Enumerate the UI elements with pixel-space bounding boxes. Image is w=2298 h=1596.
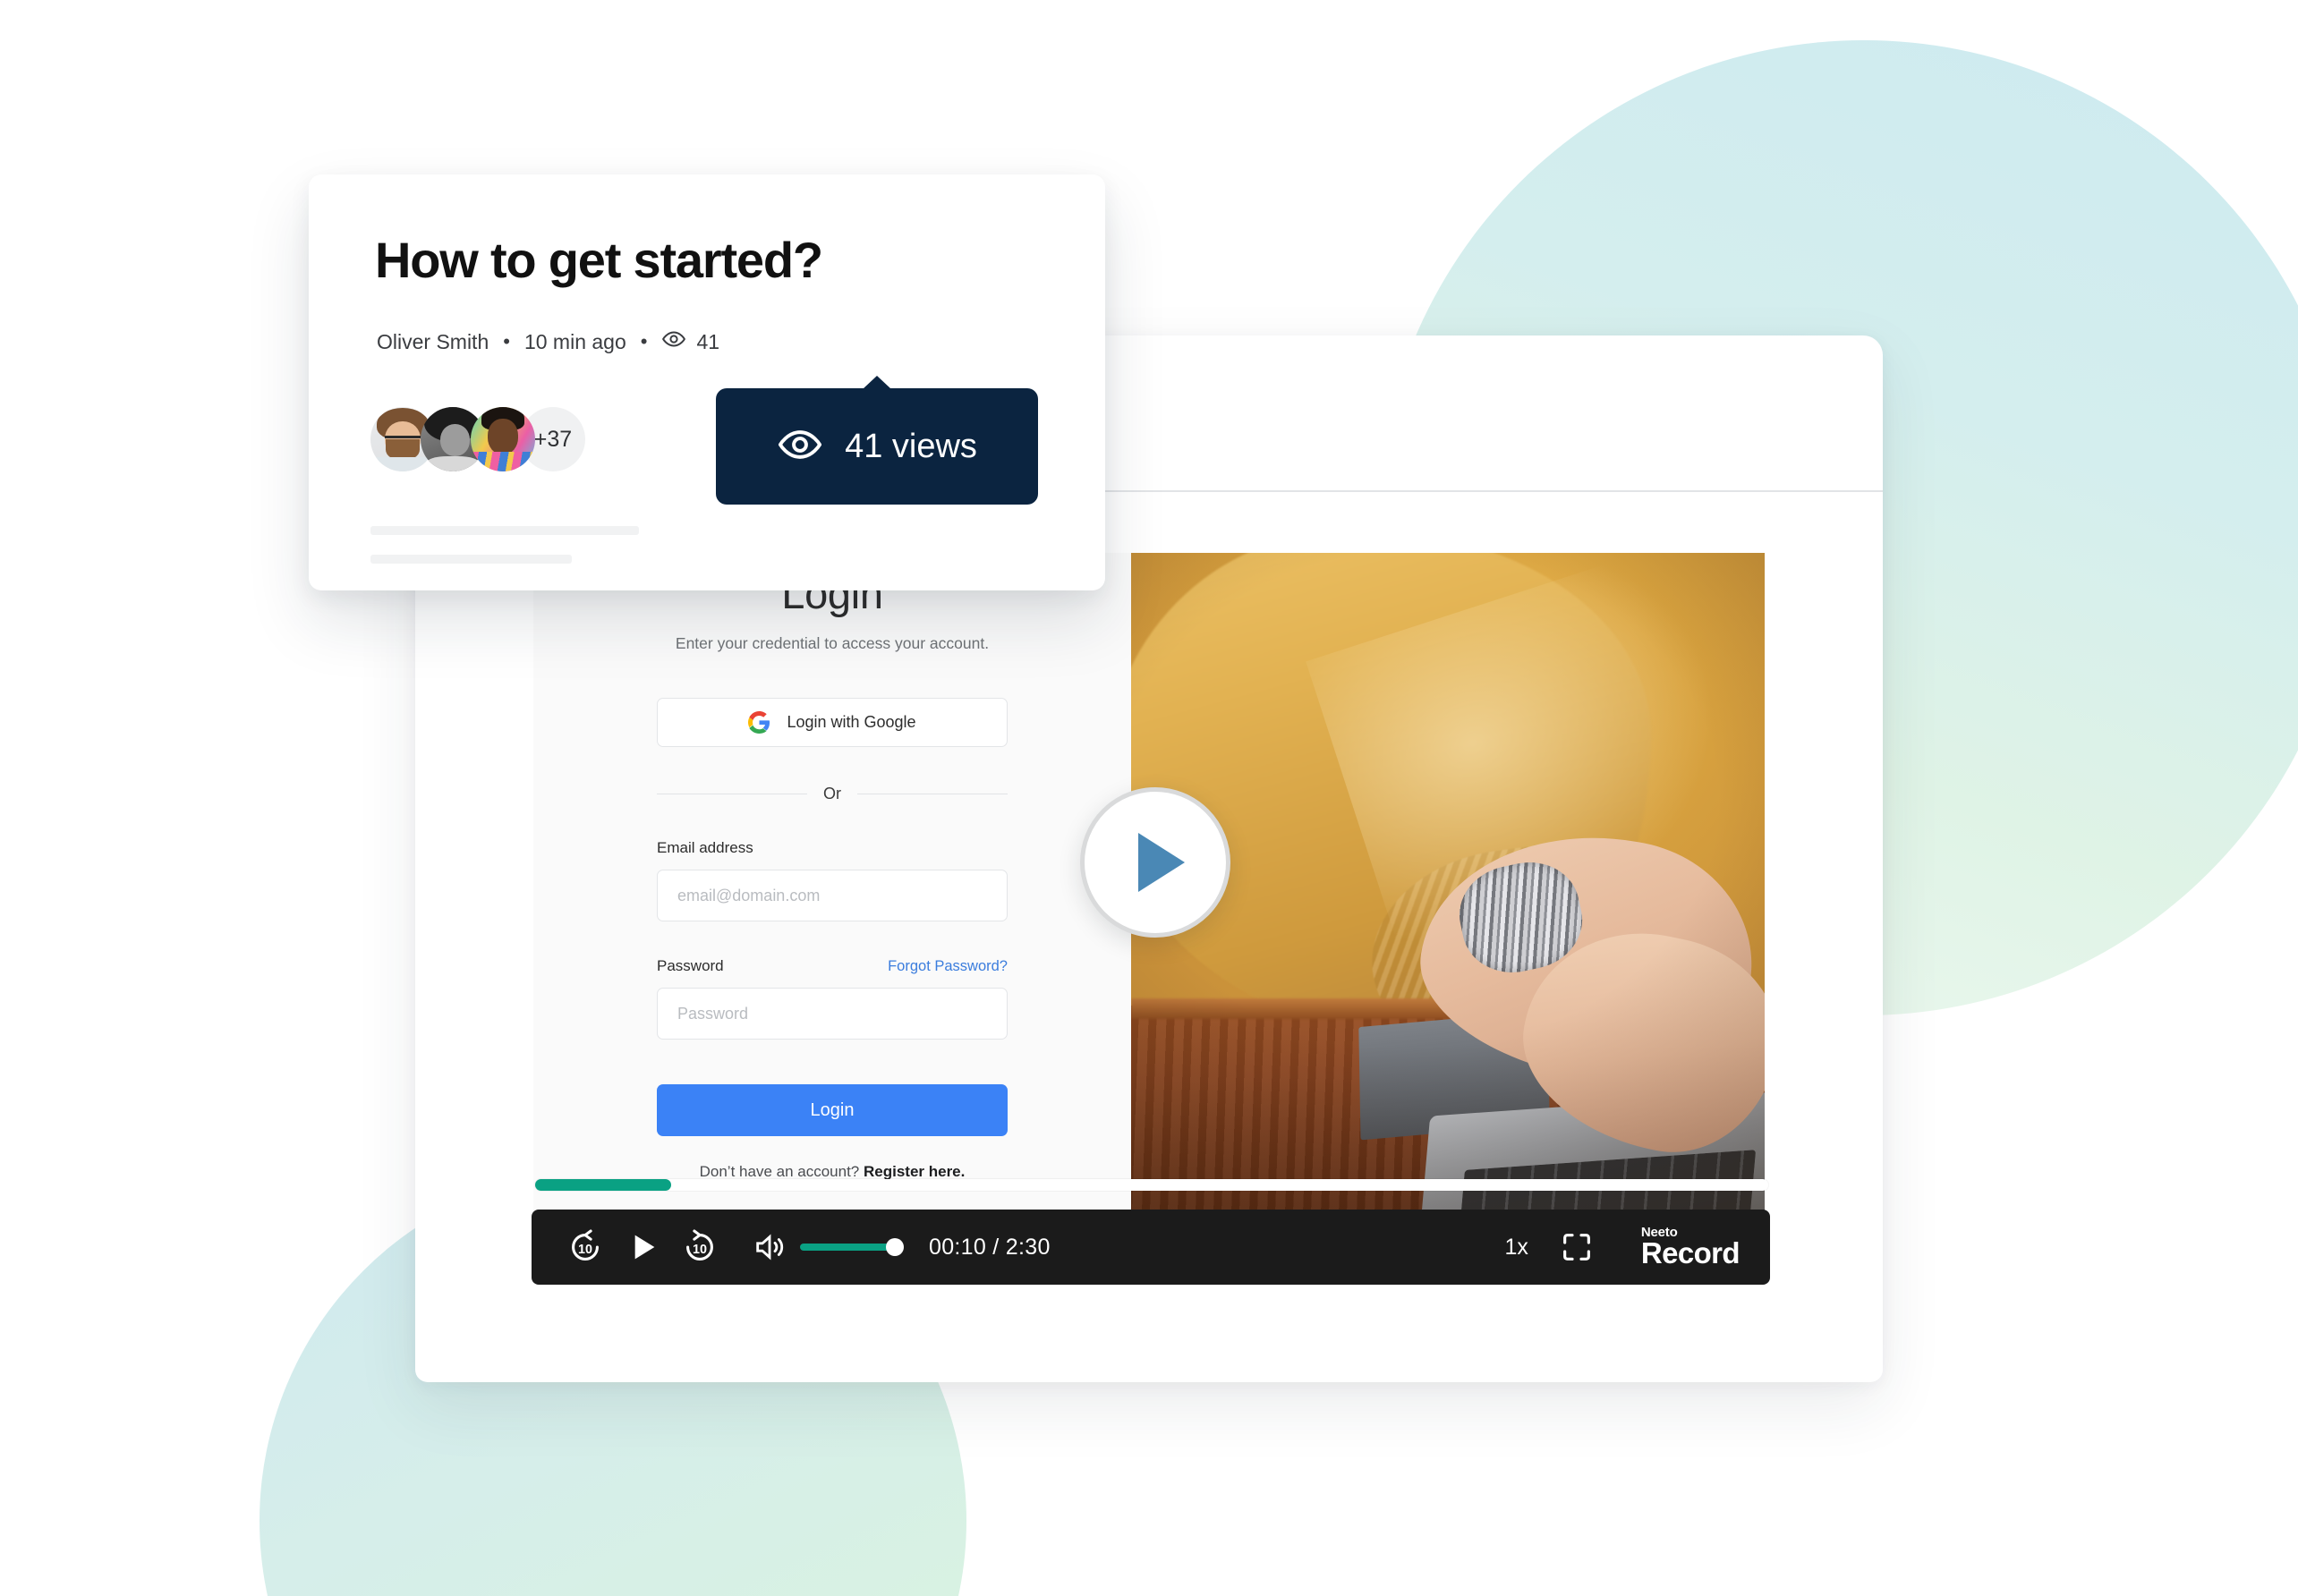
card-author: Oliver Smith	[377, 329, 489, 353]
play-button-overlay[interactable]	[1080, 787, 1230, 938]
brand-name-main: Record	[1640, 1235, 1741, 1269]
eye-icon	[777, 421, 823, 472]
email-input[interactable]	[657, 870, 1008, 921]
playback-speed-button[interactable]: 1x	[1504, 1235, 1528, 1261]
volume-icon[interactable]	[752, 1229, 787, 1265]
or-divider: Or	[657, 785, 1008, 803]
password-input[interactable]	[657, 988, 1008, 1040]
register-prompt: Don’t have an account? Register here.	[657, 1163, 1008, 1181]
fullscreen-icon[interactable]	[1559, 1229, 1595, 1265]
login-panel: Login Enter your credential to access yo…	[533, 553, 1131, 1260]
volume-slider-knob[interactable]	[886, 1238, 904, 1256]
video-progress-fill	[535, 1179, 671, 1191]
register-link[interactable]: Register here.	[864, 1163, 965, 1180]
eye-icon	[661, 327, 686, 357]
meta-separator-1: •	[503, 330, 510, 352]
hero-illustration: Login Enter your credential to access yo…	[0, 0, 2298, 1596]
login-with-google-label: Login with Google	[787, 713, 916, 731]
login-with-google-button[interactable]: Login with Google	[657, 698, 1008, 747]
password-label: Password	[657, 957, 724, 974]
card-view-count: 41	[661, 327, 719, 357]
forgot-password-link[interactable]: Forgot Password?	[888, 958, 1008, 975]
video-poster-image	[1131, 553, 1765, 1260]
views-tooltip-badge[interactable]: 41 views	[716, 376, 1038, 505]
skeleton-line-1	[370, 526, 639, 535]
forward-10-icon[interactable]: 10	[671, 1218, 728, 1276]
video-thumbnail[interactable]	[1131, 553, 1765, 1260]
video-progress-bar[interactable]	[535, 1179, 1768, 1191]
email-label: Email address	[657, 839, 753, 856]
tooltip-arrow	[863, 376, 891, 389]
card-title: How to get started?	[375, 232, 823, 288]
viewer-avatar-group[interactable]: +37	[370, 407, 585, 471]
meta-separator-2: •	[640, 330, 648, 352]
tooltip-label: 41 views	[845, 427, 977, 465]
login-submit-button[interactable]: Login	[657, 1084, 1008, 1136]
view-count-value: 41	[696, 329, 720, 353]
card-timestamp: 10 min ago	[523, 329, 626, 353]
play-pause-button[interactable]	[614, 1218, 671, 1276]
avatar-3[interactable]	[471, 407, 535, 471]
volume-slider[interactable]	[800, 1238, 904, 1256]
google-g-icon	[748, 711, 770, 734]
time-display: 00:10 / 2:30	[929, 1234, 1051, 1260]
svg-text:10: 10	[693, 1243, 707, 1257]
play-icon	[1138, 833, 1185, 892]
rewind-10-icon[interactable]: 10	[557, 1218, 614, 1276]
login-subtitle: Enter your credential to access your acc…	[675, 634, 990, 652]
svg-text:10: 10	[578, 1243, 592, 1257]
skeleton-line-2	[370, 555, 572, 564]
skeleton-placeholder-group	[370, 526, 639, 564]
video-controls-bar: 10 10 00:10 / 2:30 1x Neeto Record	[532, 1210, 1770, 1285]
card-meta-row: Oliver Smith • 10 min ago • 41	[377, 327, 719, 357]
divider-label: Or	[823, 785, 841, 802]
register-prompt-text: Don’t have an account?	[699, 1163, 864, 1180]
neeto-record-logo: Neeto Record	[1640, 1225, 1741, 1270]
